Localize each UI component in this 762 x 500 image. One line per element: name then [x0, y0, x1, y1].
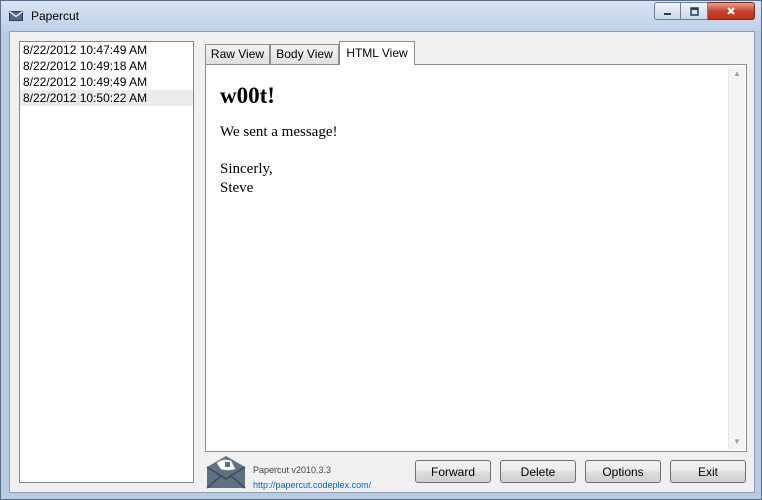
papercut-window: Papercut 8/22/2012 10:47:49 AM 8/22/2012…: [0, 0, 762, 500]
message-list-item[interactable]: 8/22/2012 10:49:49 AM: [20, 74, 193, 90]
version-label: Papercut v2010.3.3: [253, 465, 332, 475]
maximize-icon: [689, 6, 699, 16]
message-list[interactable]: 8/22/2012 10:47:49 AM 8/22/2012 10:49:18…: [19, 41, 194, 483]
envelope-icon: [9, 11, 23, 21]
close-button[interactable]: [708, 2, 755, 20]
message-body: We sent a message!: [220, 124, 338, 140]
close-icon: [727, 7, 735, 15]
message-list-item-selected[interactable]: 8/22/2012 10:50:22 AM: [20, 90, 193, 106]
tab-body-view[interactable]: Body View: [270, 44, 339, 64]
vertical-scrollbar[interactable]: ▲ ▼: [728, 66, 745, 450]
scroll-down-icon[interactable]: ▼: [729, 434, 745, 450]
html-view-panel: w00t! We sent a message! Sincerly, Steve…: [205, 64, 747, 452]
html-view-content: w00t! We sent a message! Sincerly, Steve: [206, 65, 728, 451]
scroll-up-icon[interactable]: ▲: [729, 66, 745, 82]
message-signoff: Sincerly,: [220, 161, 273, 177]
papercut-logo-icon: [206, 456, 246, 489]
title-bar[interactable]: Papercut: [1, 1, 761, 31]
forward-button[interactable]: Forward: [415, 460, 491, 483]
message-signature: Steve: [220, 180, 254, 196]
exit-button[interactable]: Exit: [670, 460, 746, 483]
message-list-item[interactable]: 8/22/2012 10:49:18 AM: [20, 58, 193, 74]
minimize-icon: [664, 12, 671, 15]
window-controls: [654, 2, 755, 20]
maximize-button[interactable]: [681, 2, 708, 20]
options-button[interactable]: Options: [585, 460, 661, 483]
website-link[interactable]: http://papercut.codeplex.com/: [253, 480, 371, 490]
tab-html-view[interactable]: HTML View: [339, 41, 415, 65]
minimize-button[interactable]: [654, 2, 681, 20]
tab-raw-view[interactable]: Raw View: [205, 44, 270, 64]
window-title: Papercut: [31, 9, 80, 23]
client-area: 8/22/2012 10:47:49 AM 8/22/2012 10:49:18…: [9, 31, 755, 493]
delete-button[interactable]: Delete: [500, 460, 576, 483]
message-list-item[interactable]: 8/22/2012 10:47:49 AM: [20, 42, 193, 58]
message-heading: w00t!: [220, 83, 275, 108]
